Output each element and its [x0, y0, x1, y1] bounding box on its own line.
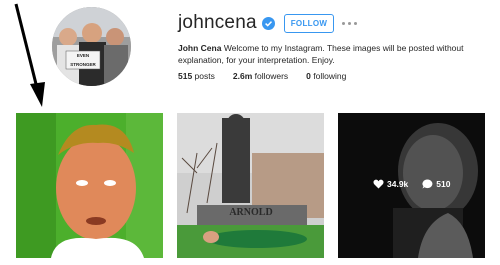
followers-label: followers [252, 71, 289, 81]
post-thumbnail-2[interactable]: ARNOLD [177, 113, 324, 258]
following-label: following [310, 71, 347, 81]
likes-count: 34.9k [387, 179, 409, 189]
posts-stat: 515 posts [178, 71, 215, 81]
posts-count: 515 [178, 71, 193, 81]
post-engagement-stats: 34.9k 510 [373, 179, 450, 189]
post-thumbnail-1[interactable] [16, 113, 163, 258]
posts-label: posts [192, 71, 215, 81]
comment-icon [422, 179, 433, 189]
username: johncena [178, 12, 257, 33]
followers-stat[interactable]: 2.6m followers [233, 71, 288, 81]
bio-text: Welcome to my Instagram. These images wi… [178, 43, 464, 65]
statue-plaque-text: ARNOLD [229, 207, 273, 218]
post-thumbnail-3[interactable]: 34.9k 510 [338, 113, 485, 258]
profile-bio: John Cena Welcome to my Instagram. These… [178, 42, 478, 66]
follow-button[interactable]: FOLLOW [283, 13, 335, 33]
verified-badge-icon [261, 16, 275, 30]
comments-stat: 510 [422, 179, 450, 189]
more-options-icon[interactable] [342, 21, 358, 25]
heart-icon [373, 179, 384, 189]
full-name: John Cena [178, 43, 222, 53]
profile-stats: 515 posts 2.6m followers 0 following [178, 71, 364, 81]
profile-avatar[interactable]: EVEN STRONGER [52, 7, 131, 86]
annotation-arrow-icon [14, 3, 45, 107]
profile-header-row: johncena FOLLOW [178, 11, 358, 35]
avatar-sign-text: EVEN STRONGER [70, 53, 96, 67]
following-stat[interactable]: 0 following [306, 71, 346, 81]
followers-count: 2.6m [232, 71, 253, 81]
likes-stat: 34.9k [373, 179, 408, 189]
comments-count: 510 [436, 179, 451, 189]
